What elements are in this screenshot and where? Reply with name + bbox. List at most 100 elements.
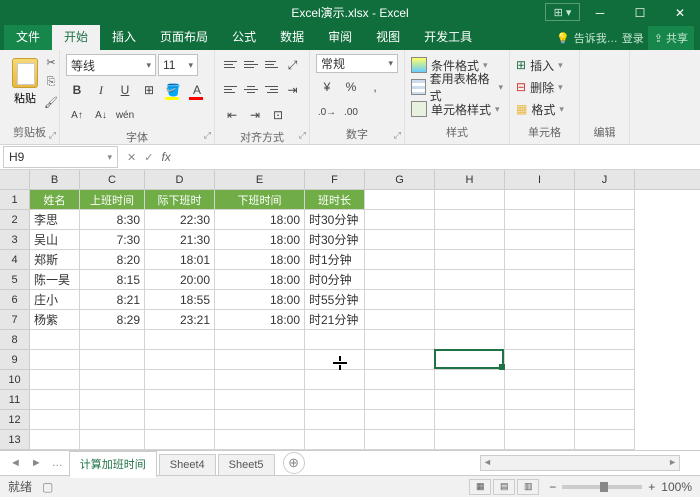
cell[interactable]	[365, 190, 435, 210]
underline-button[interactable]: U	[114, 79, 136, 101]
tab-developer[interactable]: 开发工具	[412, 23, 484, 50]
row-header-1[interactable]: 1	[0, 190, 29, 210]
cell[interactable]	[435, 390, 505, 410]
cell[interactable]	[575, 310, 635, 330]
tab-formulas[interactable]: 公式	[220, 23, 268, 50]
col-header-F[interactable]: F	[305, 170, 365, 189]
cell[interactable]	[365, 270, 435, 290]
percent-button[interactable]: %	[340, 76, 362, 98]
sheet-nav-more[interactable]: …	[48, 457, 67, 469]
share-button[interactable]: ⇪共享	[648, 26, 694, 50]
cell[interactable]	[435, 290, 505, 310]
normal-view-button[interactable]: ▦	[469, 479, 491, 495]
align-middle-button[interactable]	[241, 54, 260, 74]
bold-button[interactable]: B	[66, 79, 88, 101]
cell[interactable]	[435, 310, 505, 330]
cell[interactable]	[30, 430, 80, 450]
cell[interactable]: 8:29	[80, 310, 145, 330]
cells-area[interactable]: 姓名上班时间际下班时下班时间班时长李思8:3022:3018:00时30分钟吴山…	[30, 190, 700, 450]
align-left-button[interactable]	[221, 79, 240, 99]
cell[interactable]	[575, 430, 635, 450]
row-header-4[interactable]: 4	[0, 250, 29, 270]
increase-decimal-button[interactable]: .0→	[316, 101, 338, 123]
format-cells-button[interactable]: ▦格式▾	[516, 98, 573, 120]
cell[interactable]	[365, 310, 435, 330]
row-header-7[interactable]: 7	[0, 310, 29, 330]
ribbon-display-options[interactable]: ⊞ ▾	[545, 3, 580, 21]
cell[interactable]: 7:30	[80, 230, 145, 250]
tab-review[interactable]: 审阅	[316, 23, 364, 50]
row-header-8[interactable]: 8	[0, 330, 29, 350]
cell[interactable]: 陈一昊	[30, 270, 80, 290]
tab-insert[interactable]: 插入	[100, 23, 148, 50]
cell[interactable]	[435, 190, 505, 210]
cell[interactable]	[575, 210, 635, 230]
col-header-E[interactable]: E	[215, 170, 305, 189]
cell[interactable]	[365, 410, 435, 430]
cell[interactable]	[215, 370, 305, 390]
phonetic-button[interactable]: wén	[114, 104, 136, 126]
cell[interactable]	[435, 270, 505, 290]
col-header-I[interactable]: I	[505, 170, 575, 189]
col-header-D[interactable]: D	[145, 170, 215, 189]
cell[interactable]	[505, 350, 575, 370]
cell[interactable]: 8:21	[80, 290, 145, 310]
orientation-button[interactable]: ⤢	[282, 54, 303, 76]
cell[interactable]	[80, 390, 145, 410]
row-header-3[interactable]: 3	[0, 230, 29, 250]
cell[interactable]: 时0分钟	[305, 270, 365, 290]
cell[interactable]	[505, 370, 575, 390]
font-name-combo[interactable]: 等线▾	[66, 54, 156, 76]
cell[interactable]	[505, 430, 575, 450]
number-format-combo[interactable]: 常规▾	[316, 54, 398, 73]
enter-icon[interactable]: ✓	[144, 151, 153, 164]
row-header-11[interactable]: 11	[0, 390, 29, 410]
cell[interactable]	[365, 330, 435, 350]
cell[interactable]: 18:55	[145, 290, 215, 310]
worksheet-grid[interactable]: BCDEFGHIJ 12345678910111213 姓名上班时间际下班时下班…	[0, 170, 700, 450]
sheet-tab-active[interactable]: 计算加班时间	[69, 451, 157, 478]
cell[interactable]	[505, 270, 575, 290]
wrap-text-button[interactable]: ⇥	[282, 79, 303, 101]
cell[interactable]	[30, 350, 80, 370]
cell[interactable]	[305, 330, 365, 350]
cell[interactable]	[575, 290, 635, 310]
cell[interactable]: 上班时间	[80, 190, 145, 210]
cell[interactable]	[435, 350, 505, 370]
decrease-font-button[interactable]: A↓	[90, 104, 112, 126]
format-painter-button[interactable]: 🖌	[42, 94, 60, 110]
cell[interactable]	[505, 230, 575, 250]
new-sheet-button[interactable]: ⊕	[283, 452, 305, 474]
cell[interactable]	[505, 330, 575, 350]
cell[interactable]: 20:00	[145, 270, 215, 290]
format-as-table-button[interactable]: 套用表格格式▾	[411, 76, 503, 98]
cell[interactable]	[305, 350, 365, 370]
font-color-button[interactable]: A	[186, 79, 208, 101]
minimize-button[interactable]: ─	[580, 0, 620, 25]
row-header-10[interactable]: 10	[0, 370, 29, 390]
cell[interactable]	[365, 390, 435, 410]
cell[interactable]: 18:01	[145, 250, 215, 270]
cell[interactable]: 18:00	[215, 290, 305, 310]
dialog-launcher-icon[interactable]: ⤢	[49, 130, 56, 141]
cell[interactable]	[80, 410, 145, 430]
col-header-G[interactable]: G	[365, 170, 435, 189]
cell[interactable]	[365, 230, 435, 250]
tab-home[interactable]: 开始	[52, 23, 100, 50]
fill-color-button[interactable]: 🪣	[162, 79, 184, 101]
cell[interactable]	[305, 390, 365, 410]
decrease-indent-button[interactable]: ⇤	[221, 104, 243, 126]
row-header-13[interactable]: 13	[0, 430, 29, 450]
cell[interactable]	[30, 390, 80, 410]
cell-styles-button[interactable]: 单元格样式▾	[411, 98, 503, 120]
cell[interactable]	[215, 390, 305, 410]
cell[interactable]: 18:00	[215, 210, 305, 230]
row-header-9[interactable]: 9	[0, 350, 29, 370]
cell[interactable]: 时1分钟	[305, 250, 365, 270]
sheet-tab-sheet5[interactable]: Sheet5	[218, 454, 275, 475]
cell[interactable]: 21:30	[145, 230, 215, 250]
cell[interactable]: 22:30	[145, 210, 215, 230]
cell[interactable]	[145, 330, 215, 350]
dialog-launcher-icon[interactable]: ⤢	[394, 130, 401, 141]
cell[interactable]	[505, 290, 575, 310]
